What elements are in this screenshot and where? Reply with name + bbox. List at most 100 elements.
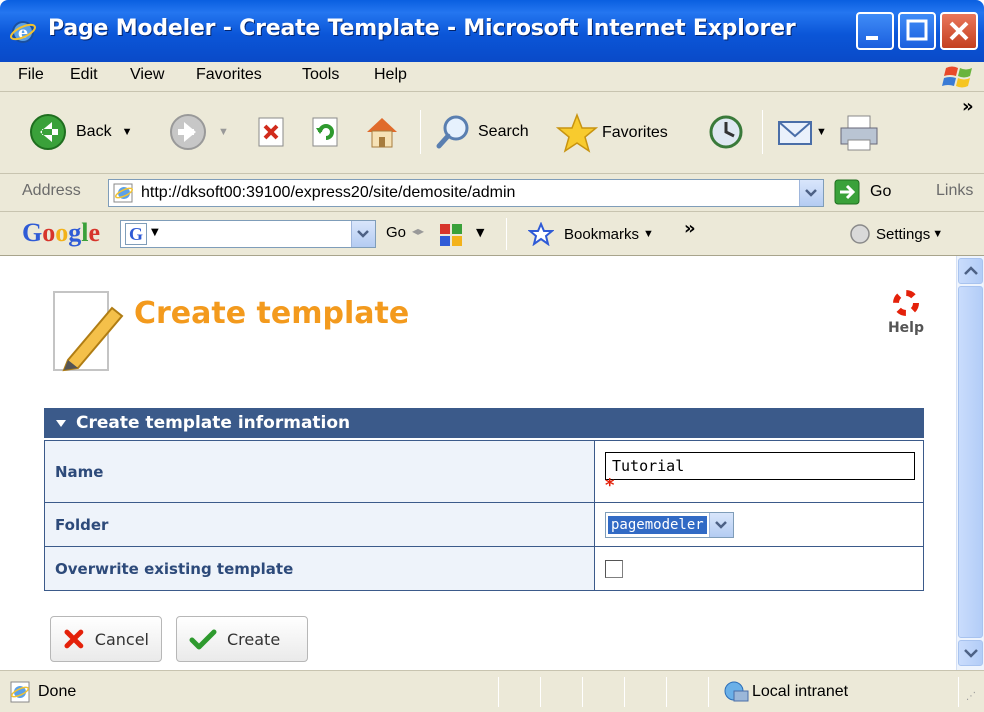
page-done-icon bbox=[10, 681, 30, 703]
collapse-arrow-icon[interactable] bbox=[56, 419, 66, 427]
status-divider bbox=[666, 677, 667, 707]
go-label: Go bbox=[870, 183, 892, 200]
menu-view[interactable]: View bbox=[130, 66, 164, 84]
go-arrow-icon bbox=[834, 179, 860, 205]
google-overflow-icon[interactable]: » bbox=[684, 218, 696, 239]
menu-bar: File Edit View Favorites Tools Help bbox=[0, 62, 984, 92]
back-dropdown-icon[interactable]: ▼ bbox=[122, 126, 133, 138]
toolbar-separator bbox=[506, 218, 507, 250]
resize-grip-icon[interactable]: ⋰ bbox=[966, 691, 976, 702]
overwrite-label: Overwrite existing template bbox=[44, 546, 595, 591]
menu-help[interactable]: Help bbox=[374, 66, 407, 84]
toolbar-separator bbox=[420, 110, 421, 154]
folder-label: Folder bbox=[44, 502, 595, 547]
close-icon bbox=[949, 21, 969, 41]
google-search-dropdown[interactable] bbox=[351, 221, 375, 247]
status-divider bbox=[708, 677, 709, 707]
help-button[interactable]: Help bbox=[884, 290, 928, 336]
address-input[interactable]: http://dksoft00:39100/express20/site/dem… bbox=[108, 179, 824, 207]
google-search-input[interactable]: G ▼ bbox=[120, 220, 376, 248]
window-titlebar[interactable]: e Page Modeler - Create Template - Micro… bbox=[0, 0, 984, 62]
help-label: Help bbox=[887, 320, 925, 336]
forward-arrow-icon bbox=[170, 114, 206, 150]
create-button[interactable]: Create bbox=[176, 616, 308, 662]
maximize-icon bbox=[906, 19, 928, 41]
toolbar-separator bbox=[762, 110, 763, 154]
folder-select[interactable]: pagemodeler bbox=[605, 511, 734, 538]
google-buttons-icon[interactable] bbox=[438, 220, 466, 248]
minimize-button[interactable] bbox=[856, 12, 894, 50]
settings-button[interactable]: Settings ▼ bbox=[848, 222, 943, 246]
forward-dropdown-icon[interactable]: ▼ bbox=[218, 126, 229, 138]
windows-logo-icon bbox=[942, 66, 972, 88]
minimize-icon bbox=[866, 36, 878, 40]
back-arrow-icon bbox=[30, 114, 66, 150]
scroll-up-button[interactable] bbox=[958, 258, 983, 284]
address-bar: Address http://dksoft00:39100/express20/… bbox=[0, 174, 984, 212]
name-input[interactable] bbox=[605, 451, 915, 480]
page-content: Create template Help Create template inf… bbox=[0, 256, 956, 670]
maximize-button[interactable] bbox=[898, 12, 936, 50]
chevron-down-icon bbox=[715, 520, 728, 529]
home-icon[interactable] bbox=[362, 112, 402, 152]
menu-file[interactable]: File bbox=[18, 66, 44, 84]
overwrite-checkbox[interactable] bbox=[605, 559, 623, 578]
settings-dropdown-icon: ▼ bbox=[932, 228, 944, 240]
bookmarks-label: Bookmarks bbox=[564, 225, 640, 243]
forward-button[interactable]: ▼ bbox=[168, 112, 229, 152]
status-divider bbox=[498, 677, 499, 707]
google-g-icon[interactable]: G bbox=[125, 223, 147, 245]
cancel-button[interactable]: Cancel bbox=[50, 616, 162, 662]
address-dropdown-button[interactable] bbox=[799, 180, 823, 206]
back-label: Back bbox=[76, 123, 112, 140]
search-button[interactable]: Search bbox=[434, 112, 529, 152]
panel-header[interactable]: Create template information bbox=[44, 408, 924, 440]
settings-circle-icon bbox=[850, 224, 870, 244]
search-label: Search bbox=[478, 123, 529, 140]
address-label: Address bbox=[22, 182, 81, 199]
form-row-name: Name * bbox=[44, 440, 924, 503]
folder-select-value: pagemodeler bbox=[607, 514, 708, 535]
history-icon[interactable] bbox=[706, 112, 746, 152]
star-icon bbox=[556, 112, 598, 153]
bookmarks-button[interactable]: Bookmarks ▼ bbox=[528, 222, 654, 246]
mail-button[interactable]: ▼ bbox=[776, 114, 827, 150]
page-title: Create template bbox=[134, 296, 410, 331]
go-arrows-icon: ◂▸ bbox=[412, 224, 425, 238]
status-divider bbox=[958, 677, 959, 707]
page-ie-icon bbox=[113, 183, 134, 203]
lifebuoy-icon bbox=[893, 290, 919, 316]
edit-document-icon bbox=[53, 291, 124, 372]
favorites-button[interactable]: Favorites bbox=[556, 112, 668, 154]
stop-icon[interactable] bbox=[256, 116, 288, 148]
create-template-panel: Create template information Name * Folde… bbox=[44, 408, 924, 591]
folder-dropdown-button[interactable] bbox=[708, 512, 733, 537]
go-button[interactable]: Go bbox=[834, 179, 891, 205]
google-go-button[interactable]: Go bbox=[386, 224, 406, 241]
chevron-down-icon bbox=[357, 230, 369, 238]
toolbar-overflow-icon[interactable]: » bbox=[962, 96, 974, 117]
menu-favorites[interactable]: Favorites bbox=[196, 66, 262, 84]
close-button[interactable] bbox=[940, 12, 978, 50]
mail-icon bbox=[778, 121, 812, 145]
refresh-icon[interactable] bbox=[310, 116, 342, 148]
print-icon[interactable] bbox=[838, 112, 882, 152]
intranet-globe-icon bbox=[724, 681, 749, 702]
form-row-folder: Folder pagemodeler bbox=[44, 502, 924, 547]
bookmarks-dropdown-icon: ▼ bbox=[643, 228, 654, 240]
back-button[interactable]: Back ▼ bbox=[28, 112, 132, 152]
scroll-thumb[interactable] bbox=[958, 286, 983, 638]
window-title: Page Modeler - Create Template - Microso… bbox=[48, 16, 796, 41]
google-buttons-dropdown-icon[interactable]: ▼ bbox=[476, 226, 484, 239]
vertical-scrollbar[interactable] bbox=[956, 256, 984, 670]
links-button[interactable]: Links bbox=[936, 182, 973, 200]
menu-tools[interactable]: Tools bbox=[302, 66, 339, 84]
mail-dropdown-icon[interactable]: ▼ bbox=[816, 126, 827, 138]
create-label: Create bbox=[227, 629, 281, 649]
scroll-down-button[interactable] bbox=[958, 640, 983, 666]
menu-edit[interactable]: Edit bbox=[70, 66, 98, 84]
chevron-down-icon bbox=[964, 649, 978, 658]
status-divider bbox=[540, 677, 541, 707]
form-table: Name * Folder pagemodeler bbox=[44, 440, 924, 591]
google-g-dropdown-icon[interactable]: ▼ bbox=[151, 227, 159, 238]
